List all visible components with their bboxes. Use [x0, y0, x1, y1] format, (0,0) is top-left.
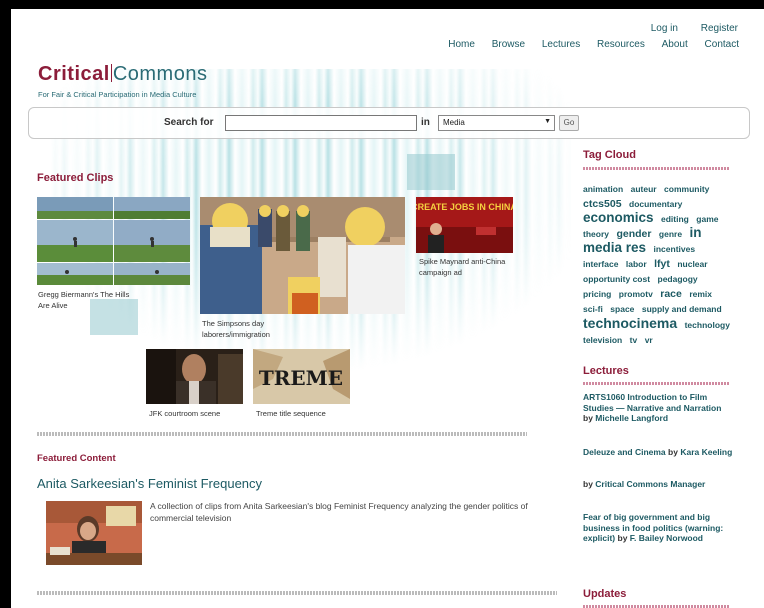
clip-caption[interactable]: The Simpsons day laborers/immigration [202, 318, 322, 340]
clip-caption[interactable]: Spike Maynard anti-China campaign ad [419, 256, 509, 278]
tag-link[interactable]: genre [659, 229, 682, 239]
tag-link[interactable]: labor [626, 259, 647, 269]
tag-link[interactable]: economics [583, 210, 654, 225]
clip-thumbnail-treme[interactable]: TREME [253, 349, 350, 404]
tag-link[interactable]: editing [661, 214, 689, 224]
lecture-item[interactable]: Deleuze and Cinema by Kara Keeling [583, 447, 733, 458]
clip-thumbnail-hills-are-alive[interactable] [37, 197, 190, 285]
lecture-item[interactable]: ARTS1060 Introduction to Film Studies — … [583, 392, 733, 424]
nav-about[interactable]: About [662, 39, 688, 50]
clip-caption[interactable]: Gregg Biermann's The Hills Are Alive [38, 289, 138, 311]
lecture-title[interactable]: Deleuze and Cinema [583, 447, 666, 457]
search-label: Search for [164, 117, 214, 128]
featured-content-title[interactable]: Anita Sarkeesian's Feminist Frequency [37, 476, 262, 491]
clip-thumbnail-china-ad[interactable]: CREATE JOBS IN CHINA [416, 197, 513, 253]
tag-cloud-title: Tag Cloud [583, 149, 636, 161]
tag-link[interactable]: lfyt [654, 258, 670, 270]
tag-link[interactable]: auteur [631, 184, 657, 194]
tag-link[interactable]: television [583, 335, 622, 345]
chevron-down-icon: ▼ [544, 118, 551, 125]
featured-content-thumbnail[interactable] [46, 501, 142, 565]
tag-link[interactable]: incentives [654, 244, 696, 254]
treme-poster-text: TREME [259, 366, 343, 390]
tag-cloud: animation auteur community ctcs505 docum… [583, 181, 733, 347]
sidebar-divider [583, 382, 729, 385]
lecture-item[interactable]: by Critical Commons Manager [583, 479, 733, 490]
tag-link[interactable]: documentary [629, 199, 682, 209]
lecture-by: by [617, 533, 628, 543]
clip-caption[interactable]: Treme title sequence [256, 408, 356, 419]
tag-link[interactable]: opportunity cost [583, 274, 650, 284]
tag-link[interactable]: technology [685, 320, 730, 330]
nav-browse[interactable]: Browse [492, 39, 525, 50]
lecture-by: by [668, 447, 678, 457]
tag-link[interactable]: community [664, 184, 709, 194]
featured-content-label: Featured Content [37, 453, 116, 464]
clip-thumbnail-jfk[interactable] [146, 349, 243, 404]
main-nav: Home Browse Lectures Resources About Con… [434, 39, 739, 50]
utility-links: Log in Register [631, 23, 738, 34]
tag-link[interactable]: gender [616, 228, 651, 240]
lectures-title: Lectures [583, 365, 629, 377]
clip-caption[interactable]: JFK courtroom scene [149, 408, 249, 419]
tag-link[interactable]: theory [583, 229, 609, 239]
tag-link[interactable]: media res [583, 240, 646, 255]
featured-content-description: A collection of clips from Anita Sarkees… [150, 501, 528, 523]
nav-lectures[interactable]: Lectures [542, 39, 580, 50]
logo-critical: Critical [38, 63, 110, 85]
login-link[interactable]: Log in [651, 23, 678, 34]
lecture-author[interactable]: Kara Keeling [680, 447, 732, 457]
search-in-label: in [421, 117, 430, 128]
clip-thumbnail-simpsons[interactable] [200, 197, 405, 314]
tag-link[interactable]: sci-fi [583, 304, 603, 314]
tag-link[interactable]: supply and demand [642, 304, 722, 314]
nav-home[interactable]: Home [448, 39, 475, 50]
tag-link[interactable]: tv [630, 335, 638, 345]
tag-link[interactable]: space [610, 304, 634, 314]
tag-link[interactable]: technocinema [583, 315, 677, 331]
tag-link[interactable]: nuclear [677, 259, 707, 269]
tag-link[interactable]: remix [689, 289, 712, 299]
search-input[interactable] [225, 115, 417, 131]
site-logo[interactable]: Critical Commons For Fair & Critical Part… [38, 63, 207, 99]
lecture-author[interactable]: Critical Commons Manager [595, 479, 705, 489]
lecture-title[interactable]: ARTS1060 Introduction to Film Studies — … [583, 392, 721, 413]
tag-link[interactable]: pedagogy [658, 274, 698, 284]
tag-link[interactable]: animation [583, 184, 623, 194]
tag-link[interactable]: race [660, 288, 682, 300]
lecture-by: by [583, 413, 593, 423]
updates-title: Updates [583, 588, 627, 600]
search-scope-value: Media [443, 118, 465, 127]
tag-link[interactable]: vr [645, 335, 653, 345]
lecture-by: by [583, 479, 593, 489]
tag-link[interactable]: game [696, 214, 718, 224]
nav-contact[interactable]: Contact [705, 39, 739, 50]
decorative-square [407, 154, 455, 190]
tag-link[interactable]: interface [583, 259, 618, 269]
section-divider [37, 591, 557, 595]
tag-link[interactable]: pricing [583, 289, 611, 299]
nav-resources[interactable]: Resources [597, 39, 645, 50]
register-link[interactable]: Register [701, 23, 738, 34]
tag-link[interactable]: in [690, 225, 702, 240]
logo-commons: Commons [112, 63, 208, 85]
section-divider [37, 432, 527, 436]
go-button[interactable]: Go [559, 115, 579, 131]
tag-link[interactable]: promotv [619, 289, 653, 299]
search-bar: Search for in Media ▼ Go [28, 107, 750, 139]
page: Log in Register Home Browse Lectures Res… [11, 9, 764, 608]
site-tagline: For Fair & Critical Participation in Med… [38, 90, 197, 99]
lecture-author[interactable]: F. Bailey Norwood [630, 533, 703, 543]
tag-link[interactable]: ctcs505 [583, 198, 622, 210]
search-scope-select[interactable]: Media ▼ [438, 115, 555, 131]
featured-clips-title: Featured Clips [37, 172, 114, 184]
lecture-author[interactable]: Michelle Langford [595, 413, 668, 423]
sidebar-divider [583, 167, 729, 170]
china-ad-poster-text: CREATE JOBS IN CHINA [416, 202, 513, 212]
lecture-item[interactable]: Fear of big government and big business … [583, 512, 733, 544]
